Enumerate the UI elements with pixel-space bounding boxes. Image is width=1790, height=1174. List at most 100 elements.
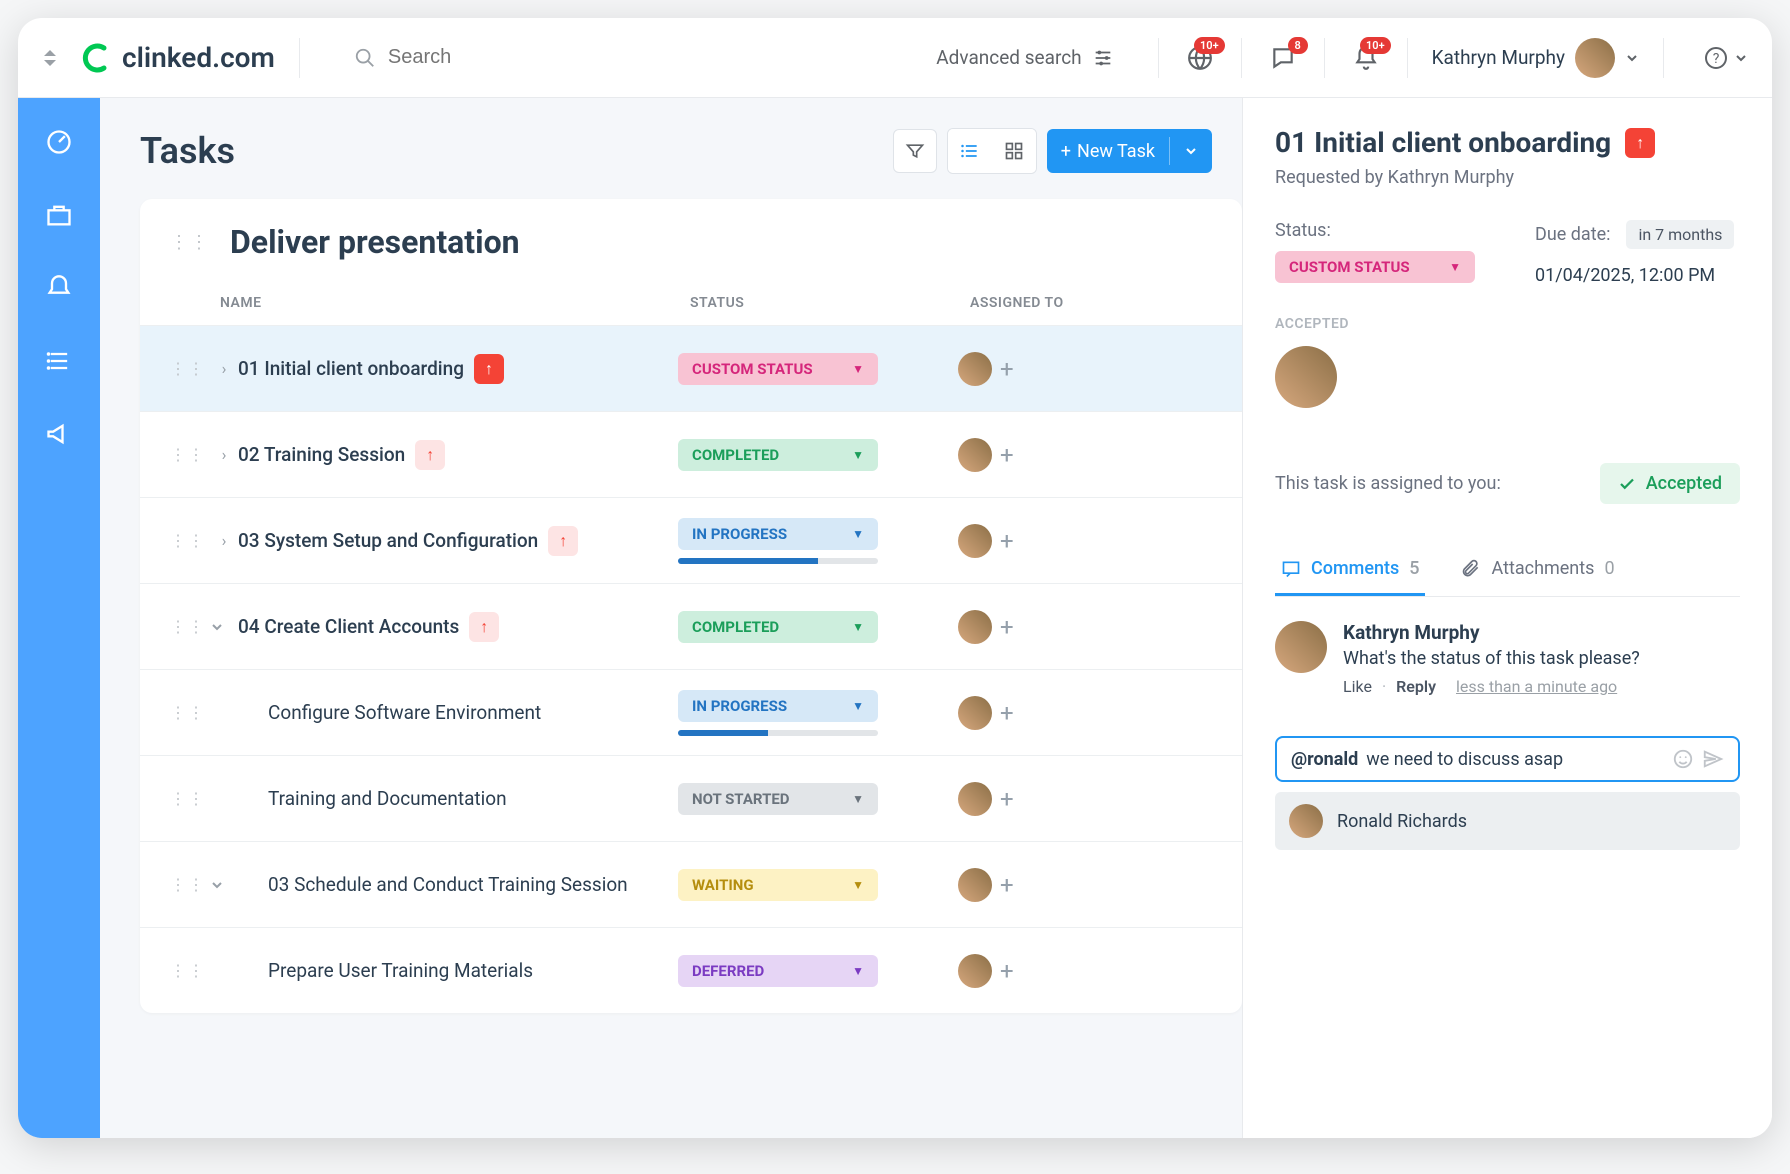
task-row[interactable]: ⋮⋮Configure Software EnvironmentIN PROGR… [140,669,1242,755]
due-chip: in 7 months [1626,220,1734,249]
task-row[interactable]: ⋮⋮ Training and DocumentationNOT STARTED▼… [140,755,1242,841]
table-header: NAME STATUS ASSIGNED TO [140,285,1242,325]
priority-icon: ↑ [415,440,445,470]
task-row[interactable]: ⋮⋮04 Create Client Accounts↑COMPLETED▼+ [140,583,1242,669]
status-pill[interactable]: CUSTOM STATUS▼ [678,353,878,385]
tab-comments[interactable]: Comments 5 [1275,544,1425,596]
drag-handle-icon[interactable]: ⋮⋮ [170,359,210,378]
user-menu[interactable]: Kathryn Murphy [1432,38,1639,78]
sidebar-item-dashboard[interactable] [45,128,73,156]
reply-button[interactable]: Reply [1396,677,1436,696]
search-box[interactable] [354,46,688,69]
help-icon: ? [1704,46,1728,70]
bell-icon[interactable]: 10+ [1353,45,1379,71]
task-row[interactable]: ⋮⋮›01 Initial client onboarding↑CUSTOM S… [140,325,1242,411]
filter-button[interactable] [893,129,937,173]
drag-handle-icon[interactable]: ⋮⋮ [170,617,210,636]
drag-handle-icon[interactable]: ⋮⋮ [170,875,210,894]
help-menu[interactable]: ? [1704,46,1748,70]
main: Tasks + New Task [100,98,1242,1138]
add-assignee-button[interactable]: + [1000,699,1014,727]
sidebar-item-briefcase[interactable] [45,201,73,229]
task-row[interactable]: ⋮⋮Prepare User Training MaterialsDEFERRE… [140,927,1242,1013]
priority-icon: ↑ [548,526,578,556]
section-title: Deliver presentation [230,223,520,261]
drag-handle-icon[interactable]: ⋮⋮ [170,703,210,722]
compose-box[interactable]: @ronald we need to discuss asap [1275,736,1740,782]
emoji-icon[interactable] [1672,748,1694,770]
chevron-down-icon[interactable] [210,878,238,892]
assignee-avatar[interactable] [958,352,992,386]
drag-handle-icon[interactable]: ⋮⋮ [170,789,210,808]
assignee-avatar[interactable] [958,524,992,558]
task-row[interactable]: ⋮⋮›02 Training Session↑COMPLETED▼ + [140,411,1242,497]
advanced-search[interactable]: Advanced search [936,46,1113,69]
add-assignee-button[interactable]: + [1000,871,1014,899]
add-assignee-button[interactable]: + [1000,785,1014,813]
task-name: 03 System Setup and Configuration↑ [238,526,678,556]
status-pill[interactable]: DEFERRED▼ [678,955,878,987]
sliders-icon [1092,47,1114,69]
list-view-button[interactable] [948,129,992,173]
tab-attachments[interactable]: Attachments 0 [1455,544,1620,596]
chevron-down-icon[interactable] [210,620,238,634]
status-pill[interactable]: IN PROGRESS▼ [678,690,878,722]
chevron-down-icon [1184,144,1198,158]
caret-down-icon: ▼ [852,448,864,462]
assignee-avatar[interactable] [958,782,992,816]
add-assignee-button[interactable]: + [1000,441,1014,469]
drag-handle-icon[interactable]: ⋮⋮ [170,232,210,253]
status-pill[interactable]: COMPLETED▼ [678,439,878,471]
task-row[interactable]: ⋮⋮03 Schedule and Conduct Training Sessi… [140,841,1242,927]
status-pill[interactable]: COMPLETED▼ [678,611,878,643]
sidebar-toggle-icon[interactable] [42,48,58,68]
task-row[interactable]: ⋮⋮›03 System Setup and Configuration↑IN … [140,497,1242,583]
add-assignee-button[interactable]: + [1000,527,1014,555]
globe-icon[interactable]: 10+ [1187,45,1213,71]
detail-status-pill[interactable]: CUSTOM STATUS ▼ [1275,251,1475,283]
sidebar-item-notifications[interactable] [45,274,73,302]
drag-handle-icon[interactable]: ⋮⋮ [170,445,210,464]
search-input[interactable] [388,46,688,69]
assignee-avatar[interactable] [958,610,992,644]
grid-view-button[interactable] [992,129,1036,173]
chevron-right-icon[interactable]: › [210,359,238,378]
task-name: 02 Training Session↑ [238,440,678,470]
assignee-avatar[interactable] [958,696,992,730]
chevron-right-icon[interactable]: › [210,445,238,464]
new-task-button[interactable]: + New Task [1047,129,1212,173]
mention-suggestion[interactable]: Ronald Richards [1275,792,1740,850]
search-icon [354,47,376,69]
sidebar [18,98,100,1138]
status-pill[interactable]: WAITING▼ [678,869,878,901]
due-date: 01/04/2025, 12:00 PM [1535,265,1734,286]
add-assignee-button[interactable]: + [1000,613,1014,641]
task-card: ⋮⋮ Deliver presentation NAME STATUS ASSI… [140,199,1242,1013]
like-button[interactable]: Like [1343,677,1372,696]
assignee-avatar[interactable] [958,868,992,902]
sidebar-item-announce[interactable] [45,420,73,448]
drag-handle-icon[interactable]: ⋮⋮ [170,961,210,980]
add-assignee-button[interactable]: + [1000,957,1014,985]
assignee-avatar[interactable] [958,954,992,988]
task-name: Training and Documentation [238,787,678,810]
assignee-avatar[interactable] [1275,346,1337,408]
priority-icon: ↑ [469,612,499,642]
logo[interactable]: clinked.com [82,41,275,74]
paperclip-icon [1461,559,1481,579]
chat-icon[interactable]: 8 [1270,45,1296,71]
add-assignee-button[interactable]: + [1000,355,1014,383]
drag-handle-icon[interactable]: ⋮⋮ [170,531,210,550]
detail-title: 01 Initial client onboarding [1275,126,1611,159]
assignee-avatar[interactable] [958,438,992,472]
accepted-pill: Accepted [1600,463,1740,504]
check-icon [1618,475,1636,493]
chevron-right-icon[interactable]: › [210,531,238,550]
caret-down-icon: ▼ [1449,260,1461,274]
comment: Kathryn Murphy What's the status of this… [1275,621,1740,696]
status-pill[interactable]: IN PROGRESS▼ [678,518,878,550]
status-pill[interactable]: NOT STARTED▼ [678,783,878,815]
priority-icon: ↑ [1625,128,1655,158]
send-icon[interactable] [1702,748,1724,770]
sidebar-item-tasks[interactable] [45,347,73,375]
